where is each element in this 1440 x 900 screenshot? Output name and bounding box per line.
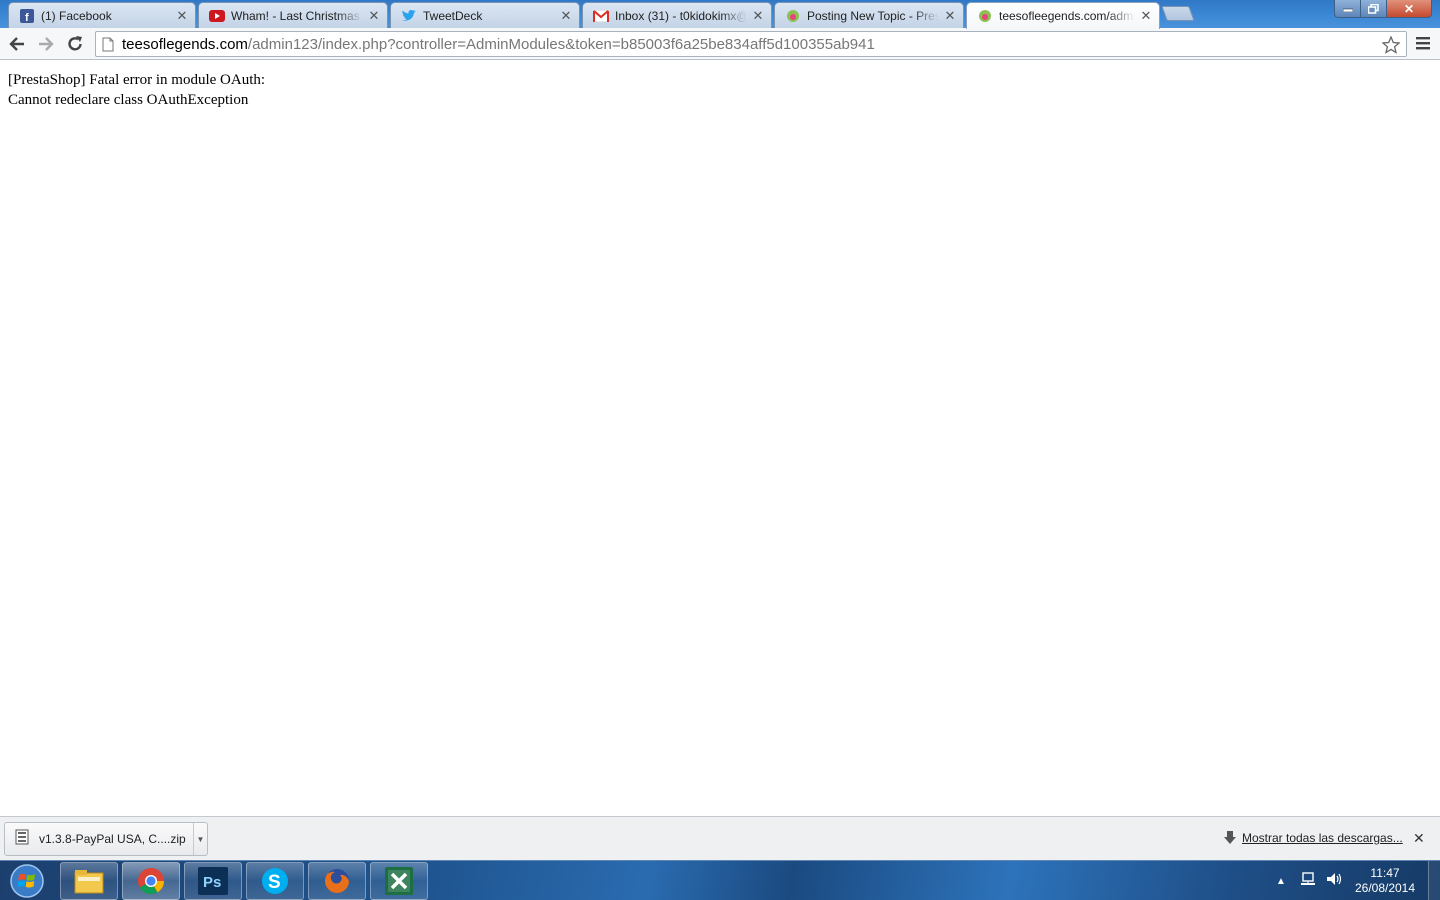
- show-desktop-button[interactable]: [1428, 861, 1440, 900]
- taskbar-chrome[interactable]: [122, 862, 180, 900]
- url-text: teesoflegends.com/admin123/index.php?con…: [122, 36, 875, 53]
- close-shelf-icon[interactable]: ✕: [1413, 830, 1425, 847]
- taskbar-photoshop[interactable]: Ps: [184, 862, 242, 900]
- svg-text:S: S: [268, 872, 281, 893]
- bookmark-star-icon[interactable]: [1381, 35, 1401, 59]
- tab-label: Posting New Topic - Presta: [807, 8, 939, 23]
- show-all-downloads[interactable]: Mostrar todas las descargas...: [1224, 831, 1403, 845]
- tab-admin-active[interactable]: teesofleegends.com/admin ✕: [966, 2, 1160, 29]
- taskbar-firefox[interactable]: [308, 862, 366, 900]
- address-bar[interactable]: teesoflegends.com/admin123/index.php?con…: [95, 31, 1407, 57]
- reload-button[interactable]: [63, 32, 87, 56]
- new-tab-button[interactable]: [1161, 6, 1195, 21]
- url-path: /admin123/index.php?controller=AdminModu…: [247, 35, 875, 53]
- error-line-detail: Cannot redeclare class OAuthException: [8, 92, 249, 108]
- system-tray: ▲: [1270, 861, 1342, 900]
- close-window-button[interactable]: ✕: [1386, 0, 1432, 18]
- chrome-icon: [138, 868, 165, 895]
- windows-logo-icon: [10, 864, 44, 898]
- firefox-icon: [325, 869, 349, 893]
- download-item[interactable]: v1.3.8-PayPal USA, C....zip ▼: [4, 822, 208, 856]
- tab-label: TweetDeck: [423, 8, 483, 23]
- reload-icon: [68, 36, 82, 51]
- tab-gmail[interactable]: Inbox (31) - t0kidokimx@g ✕: [582, 2, 772, 28]
- photoshop-icon: Ps: [198, 867, 228, 895]
- excel-icon: [385, 867, 413, 895]
- back-arrow-icon: [9, 37, 24, 51]
- start-button[interactable]: [8, 863, 46, 899]
- volume-icon[interactable]: [1326, 871, 1342, 892]
- close-tab-icon[interactable]: ✕: [943, 8, 957, 23]
- tab-tweetdeck[interactable]: TweetDeck ✕: [390, 2, 580, 28]
- close-tab-icon[interactable]: ✕: [751, 8, 765, 23]
- restore-button[interactable]: [1360, 0, 1387, 18]
- svg-text:Ps: Ps: [203, 874, 221, 891]
- tab-label: teesofleegends.com/admin: [999, 9, 1135, 23]
- taskbar-skype[interactable]: S: [246, 862, 304, 900]
- browser-toolbar: teesoflegends.com/admin123/index.php?con…: [0, 28, 1440, 60]
- explorer-icon: [74, 870, 104, 894]
- download-file-name: v1.3.8-PayPal USA, C....zip: [39, 832, 186, 846]
- skype-icon: S: [262, 868, 288, 894]
- network-icon[interactable]: [1300, 871, 1316, 892]
- prestashop-icon: [785, 8, 801, 24]
- error-message: [PrestaShop] Fatal error in module OAuth…: [8, 70, 265, 110]
- show-hidden-icons-icon[interactable]: ▲: [1276, 876, 1286, 887]
- url-host: teesoflegends.com: [122, 35, 248, 53]
- close-tab-icon[interactable]: ✕: [367, 8, 381, 23]
- show-all-downloads-link[interactable]: Mostrar todas las descargas...: [1242, 831, 1403, 845]
- prestashop-icon: [977, 8, 993, 24]
- close-tab-icon[interactable]: ✕: [1139, 9, 1153, 23]
- tab-label: (1) Facebook: [41, 8, 112, 23]
- zip-file-icon: [15, 829, 29, 850]
- youtube-icon: [209, 8, 225, 24]
- download-shelf: v1.3.8-PayPal USA, C....zip ▼ Mostrar to…: [0, 816, 1440, 860]
- page-icon: [102, 37, 114, 51]
- restore-icon: [1368, 3, 1379, 14]
- gmail-icon: [593, 8, 609, 24]
- error-line-title: [PrestaShop] Fatal error in module OAuth…: [8, 72, 266, 88]
- close-icon: ✕: [1403, 1, 1415, 16]
- twitter-icon: [401, 8, 417, 24]
- clock-time: 11:47: [1370, 866, 1400, 880]
- close-tab-icon[interactable]: ✕: [559, 8, 573, 23]
- minimize-button[interactable]: [1334, 0, 1361, 18]
- download-menu-chevron-icon[interactable]: ▼: [193, 823, 207, 855]
- tab-posting-new-topic[interactable]: Posting New Topic - Presta ✕: [774, 2, 964, 28]
- forward-button[interactable]: [34, 32, 58, 56]
- windows-taskbar: Ps S ▲ 11:47 26/08/2014: [0, 860, 1440, 900]
- minimize-icon: [1342, 8, 1353, 12]
- svg-text:f: f: [25, 12, 29, 23]
- tab-label: Inbox (31) - t0kidokimx@g: [615, 8, 747, 23]
- tab-label: Wham! - Last Christmas -: [231, 8, 363, 23]
- taskbar-excel[interactable]: [370, 862, 428, 900]
- back-button[interactable]: [5, 32, 29, 56]
- tab-youtube[interactable]: Wham! - Last Christmas - ✕: [198, 2, 388, 28]
- tab-strip: f (1) Facebook ✕ Wham! - Last Christmas …: [0, 0, 1440, 29]
- taskbar-explorer[interactable]: [60, 862, 118, 900]
- chrome-menu-icon[interactable]: [1416, 36, 1430, 55]
- tab-facebook[interactable]: f (1) Facebook ✕: [8, 2, 196, 28]
- forward-arrow-icon: [39, 37, 54, 51]
- download-arrow-icon: [1224, 831, 1236, 844]
- close-tab-icon[interactable]: ✕: [175, 8, 189, 23]
- facebook-icon: f: [19, 8, 35, 24]
- clock-date: 26/08/2014: [1354, 881, 1416, 895]
- system-clock[interactable]: 11:47 26/08/2014: [1346, 866, 1424, 896]
